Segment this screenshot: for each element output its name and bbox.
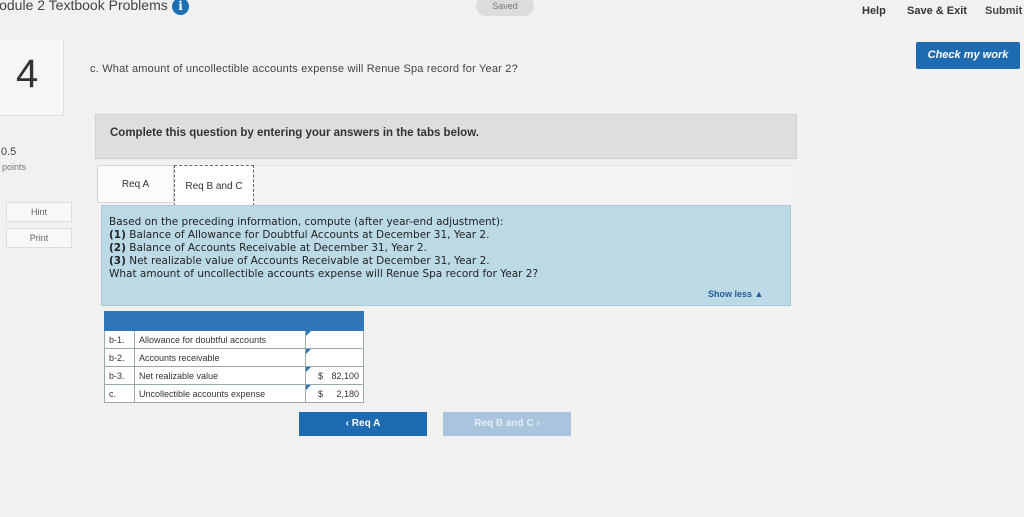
panel-item-2-text: Balance of Accounts Receivable at Decemb…	[125, 242, 427, 254]
question-text-partial: c. What amount of uncollectible accounts…	[90, 63, 518, 75]
tab-req-b-and-c[interactable]: Req B and C	[174, 165, 254, 206]
row-id: c.	[104, 384, 135, 403]
points-value: 0.5	[1, 146, 17, 158]
panel-item-2: (2) Balance of Accounts Receivable at De…	[109, 242, 427, 254]
top-bar: lodule 2 Textbook Problems i Saved Help …	[0, 0, 1024, 22]
tab-req-a[interactable]: Req A	[97, 165, 174, 203]
print-button[interactable]: Print	[6, 228, 72, 248]
points-label: points	[2, 162, 27, 172]
help-link[interactable]: Help	[862, 5, 886, 17]
panel-item-1-num: (1)	[109, 229, 126, 241]
row-id: b-3.	[104, 366, 135, 385]
row-label: Uncollectible accounts expense	[134, 384, 306, 403]
row-label: Allowance for doubtful accounts	[134, 330, 306, 349]
instruction-bar: Complete this question by entering your …	[95, 114, 797, 159]
allowance-input[interactable]	[305, 330, 364, 349]
cell-marker-icon	[306, 385, 311, 390]
table-row: c. Uncollectible accounts expense $2,180	[104, 384, 364, 403]
requirement-panel: Based on the preceding information, comp…	[101, 205, 791, 306]
prev-req-a-button[interactable]: ‹ Req A	[299, 412, 427, 436]
tab-strip	[254, 165, 792, 203]
accounts-receivable-input[interactable]	[305, 348, 364, 367]
panel-item-1: (1) Balance of Allowance for Doubtful Ac…	[109, 229, 489, 241]
panel-item-1-text: Balance of Allowance for Doubtful Accoun…	[125, 229, 490, 241]
next-req-b-and-c-button[interactable]: Req B and C ›	[443, 412, 571, 436]
save-exit-link[interactable]: Save & Exit	[907, 5, 967, 17]
cell-marker-icon	[306, 367, 311, 372]
row-id: b-1.	[104, 330, 135, 349]
answer-table: b-1. Allowance for doubtful accounts b-2…	[104, 311, 364, 403]
check-my-work-button[interactable]: Check my work	[916, 42, 1020, 69]
saved-status: Saved	[476, 0, 534, 16]
submit-link[interactable]: Submit	[985, 5, 1022, 17]
panel-question: What amount of uncollectible accounts ex…	[109, 268, 539, 280]
table-row: b-3. Net realizable value $82,100	[104, 366, 364, 385]
table-row: b-1. Allowance for doubtful accounts	[104, 330, 364, 349]
table-row: b-2. Accounts receivable	[104, 348, 364, 367]
cell-marker-icon	[306, 349, 311, 354]
net-realizable-value-input[interactable]: $82,100	[305, 366, 364, 385]
panel-intro: Based on the preceding information, comp…	[109, 216, 504, 228]
panel-item-3: (3) Net realizable value of Accounts Rec…	[109, 255, 490, 267]
info-icon[interactable]: i	[172, 0, 189, 15]
table-header-row	[104, 311, 364, 331]
row-id: b-2.	[104, 348, 135, 367]
module-title: lodule 2 Textbook Problems	[0, 0, 168, 13]
cell-marker-icon	[306, 331, 311, 336]
hint-button[interactable]: Hint	[6, 202, 72, 222]
question-number: 4	[16, 52, 39, 96]
panel-item-2-num: (2)	[109, 242, 126, 254]
row-label: Net realizable value	[134, 366, 306, 385]
panel-item-3-text: Net realizable value of Accounts Receiva…	[125, 255, 490, 267]
show-less-link[interactable]: Show less ▲	[708, 289, 763, 299]
row-label: Accounts receivable	[134, 348, 306, 367]
uncollectible-expense-input[interactable]: $2,180	[305, 384, 364, 403]
panel-item-3-num: (3)	[109, 255, 126, 267]
instruction-text: Complete this question by entering your …	[110, 127, 479, 139]
